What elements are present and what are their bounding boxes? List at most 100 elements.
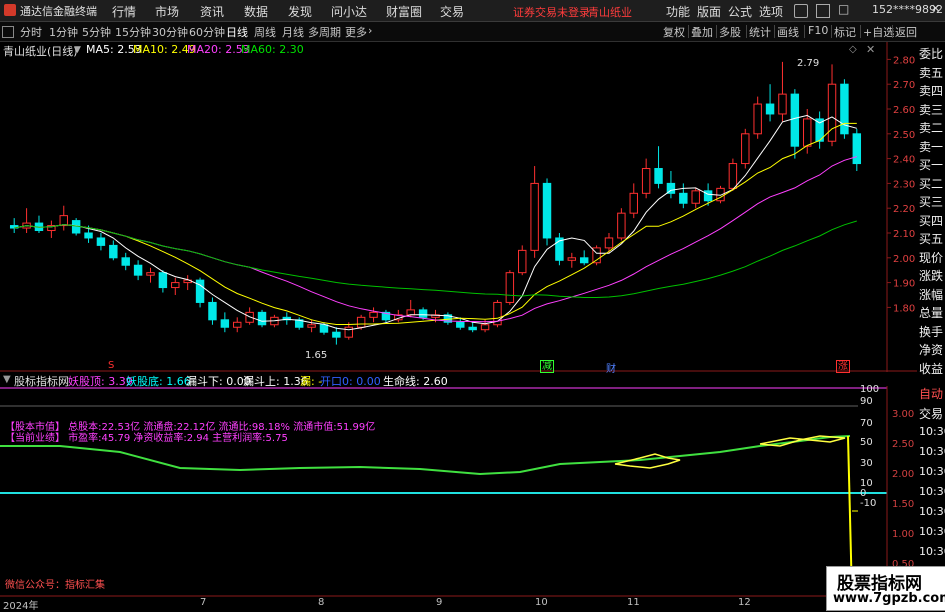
- candle: [654, 146, 663, 189]
- menu-gongneng[interactable]: 功能: [666, 3, 690, 20]
- period-more[interactable]: 更多: [345, 24, 367, 40]
- side-panel-item[interactable]: 现价: [919, 249, 943, 266]
- indicator-chart[interactable]: [0, 386, 917, 597]
- side-panel-item[interactable]: 换手: [919, 323, 943, 340]
- site-watermark: 股票指标网 www.7gpzb.com: [826, 566, 945, 611]
- panel-toggle-icon[interactable]: [2, 26, 14, 38]
- side-panel-item[interactable]: 卖一: [919, 138, 943, 155]
- btn-duogu[interactable]: 多股: [719, 24, 741, 40]
- period-5min[interactable]: 5分钟: [82, 24, 111, 40]
- side-panel-item[interactable]: 净资: [919, 341, 943, 358]
- scale-90: 90: [860, 396, 873, 407]
- side-panel-lower-item[interactable]: 10:30: [919, 425, 945, 438]
- dropdown-icon[interactable]: ▼: [3, 374, 11, 385]
- side-panel-item[interactable]: 卖五: [919, 64, 943, 81]
- menu-gongshi[interactable]: 公式: [728, 3, 752, 20]
- side-panel-lower-item[interactable]: 10:30: [919, 485, 945, 498]
- help-icon[interactable]: □: [838, 2, 852, 16]
- period-1min[interactable]: 1分钟: [49, 24, 78, 40]
- menu-shuju[interactable]: 数据: [244, 3, 268, 20]
- candle: [121, 252, 130, 271]
- btn-huaxian[interactable]: 画线: [777, 24, 799, 40]
- btn-fanhui[interactable]: 返回: [895, 24, 917, 40]
- period-60min[interactable]: 60分钟: [189, 24, 225, 40]
- side-panel-lower-item[interactable]: 10:30: [919, 505, 945, 518]
- side-panel-item[interactable]: 买三: [919, 193, 943, 210]
- toolbar-divider: [688, 25, 689, 38]
- date-month-8: 8: [318, 597, 325, 608]
- period-fenshi[interactable]: 分时: [20, 24, 42, 40]
- side-panel-item[interactable]: 买五: [919, 230, 943, 247]
- btn-diejia[interactable]: 叠加: [691, 24, 713, 40]
- candle: [691, 188, 700, 209]
- candle: [753, 96, 762, 139]
- menu-hangqing[interactable]: 行情: [112, 3, 136, 20]
- candle: [778, 61, 787, 122]
- btn-tongji[interactable]: 统计: [749, 24, 771, 40]
- period-multi[interactable]: 多周期: [308, 24, 341, 40]
- side-panel-item[interactable]: 涨跌: [919, 267, 943, 284]
- side-panel-item[interactable]: 买二: [919, 175, 943, 192]
- menu-banmian[interactable]: 版面: [697, 3, 721, 20]
- price-tick-label: 2.70: [893, 80, 915, 91]
- btn-f10[interactable]: F10: [808, 24, 828, 37]
- candle: [133, 260, 143, 281]
- period-monthly[interactable]: 月线: [282, 24, 304, 40]
- side-panel-lower-item[interactable]: 10:30: [919, 445, 945, 458]
- period-daily[interactable]: 日线: [226, 24, 248, 40]
- candle: [555, 233, 564, 266]
- side-panel-item[interactable]: 委比: [919, 45, 943, 62]
- side-panel-item[interactable]: 卖四: [919, 82, 943, 99]
- side-panel-lower-item[interactable]: 交易: [919, 405, 943, 422]
- close-icon[interactable]: ✕: [931, 2, 943, 16]
- side-panel-item[interactable]: 涨幅: [919, 286, 943, 303]
- menu-zixun[interactable]: 资讯: [200, 3, 224, 20]
- side-panel-item[interactable]: 卖三: [919, 101, 943, 118]
- candle: [542, 178, 552, 246]
- side-panel-lower-item[interactable]: 10:30: [919, 545, 945, 558]
- candle: [666, 171, 676, 199]
- menu-caifuquan[interactable]: 财富圈: [386, 3, 422, 20]
- candle: [579, 250, 589, 266]
- candle: [493, 299, 502, 328]
- menu-shichang[interactable]: 市场: [155, 3, 179, 20]
- candle: [171, 277, 180, 295]
- rscale-300: 3.00: [892, 409, 915, 420]
- marker-s: S: [108, 360, 115, 371]
- candle: [59, 205, 68, 231]
- period-weekly[interactable]: 周线: [254, 24, 276, 40]
- marker-cai: 财: [606, 364, 616, 375]
- rscale-100: 1.00: [892, 529, 915, 540]
- side-panel-item[interactable]: 卖二: [919, 119, 943, 136]
- candle: [827, 64, 837, 147]
- window-icon[interactable]: [816, 4, 830, 18]
- candle: [332, 327, 341, 345]
- side-panel-lower-item[interactable]: 10:30: [919, 525, 945, 538]
- side-panel-lower-item[interactable]: 10:30: [919, 465, 945, 478]
- side-panel-item[interactable]: 买四: [919, 212, 943, 229]
- period-15min[interactable]: 15分钟: [115, 24, 151, 40]
- side-panel-item[interactable]: 总量: [919, 304, 943, 321]
- candle: [146, 267, 155, 283]
- menu-wenxiaoda[interactable]: 问小达: [331, 3, 367, 20]
- menu-faxian[interactable]: 发现: [288, 3, 312, 20]
- btn-fuquan[interactable]: 复权: [663, 24, 685, 40]
- side-panel-item[interactable]: 收益: [919, 360, 943, 377]
- date-month-11: 11: [627, 597, 640, 608]
- side-panel-item[interactable]: 买一: [919, 156, 943, 173]
- screen-icon[interactable]: [794, 4, 808, 18]
- btn-biaoji[interactable]: 标记: [834, 24, 856, 40]
- rscale-150: 1.50: [892, 499, 915, 510]
- menu-xuanxiang[interactable]: 选项: [759, 3, 783, 20]
- watermark-url: www.7gpzb.com: [833, 591, 945, 606]
- period-30min[interactable]: 30分钟: [152, 24, 188, 40]
- min-price-marker: 1.65: [305, 350, 328, 361]
- side-panel-lower-item[interactable]: 自动: [919, 385, 943, 402]
- chevron-right-icon[interactable]: ›: [368, 24, 372, 37]
- stock-notice[interactable]: 青山纸业: [588, 4, 632, 20]
- candlestick-chart[interactable]: 2.80 2.70 2.60 2.50 2.40 2.30 2.20 2.10 2.00 1.90…: [0, 42, 945, 372]
- btn-zixuan[interactable]: +自选: [863, 24, 894, 40]
- toolbar-divider: [746, 25, 747, 38]
- login-notice[interactable]: 证券交易未登录: [513, 4, 590, 20]
- menu-jiaoyi[interactable]: 交易: [440, 3, 464, 20]
